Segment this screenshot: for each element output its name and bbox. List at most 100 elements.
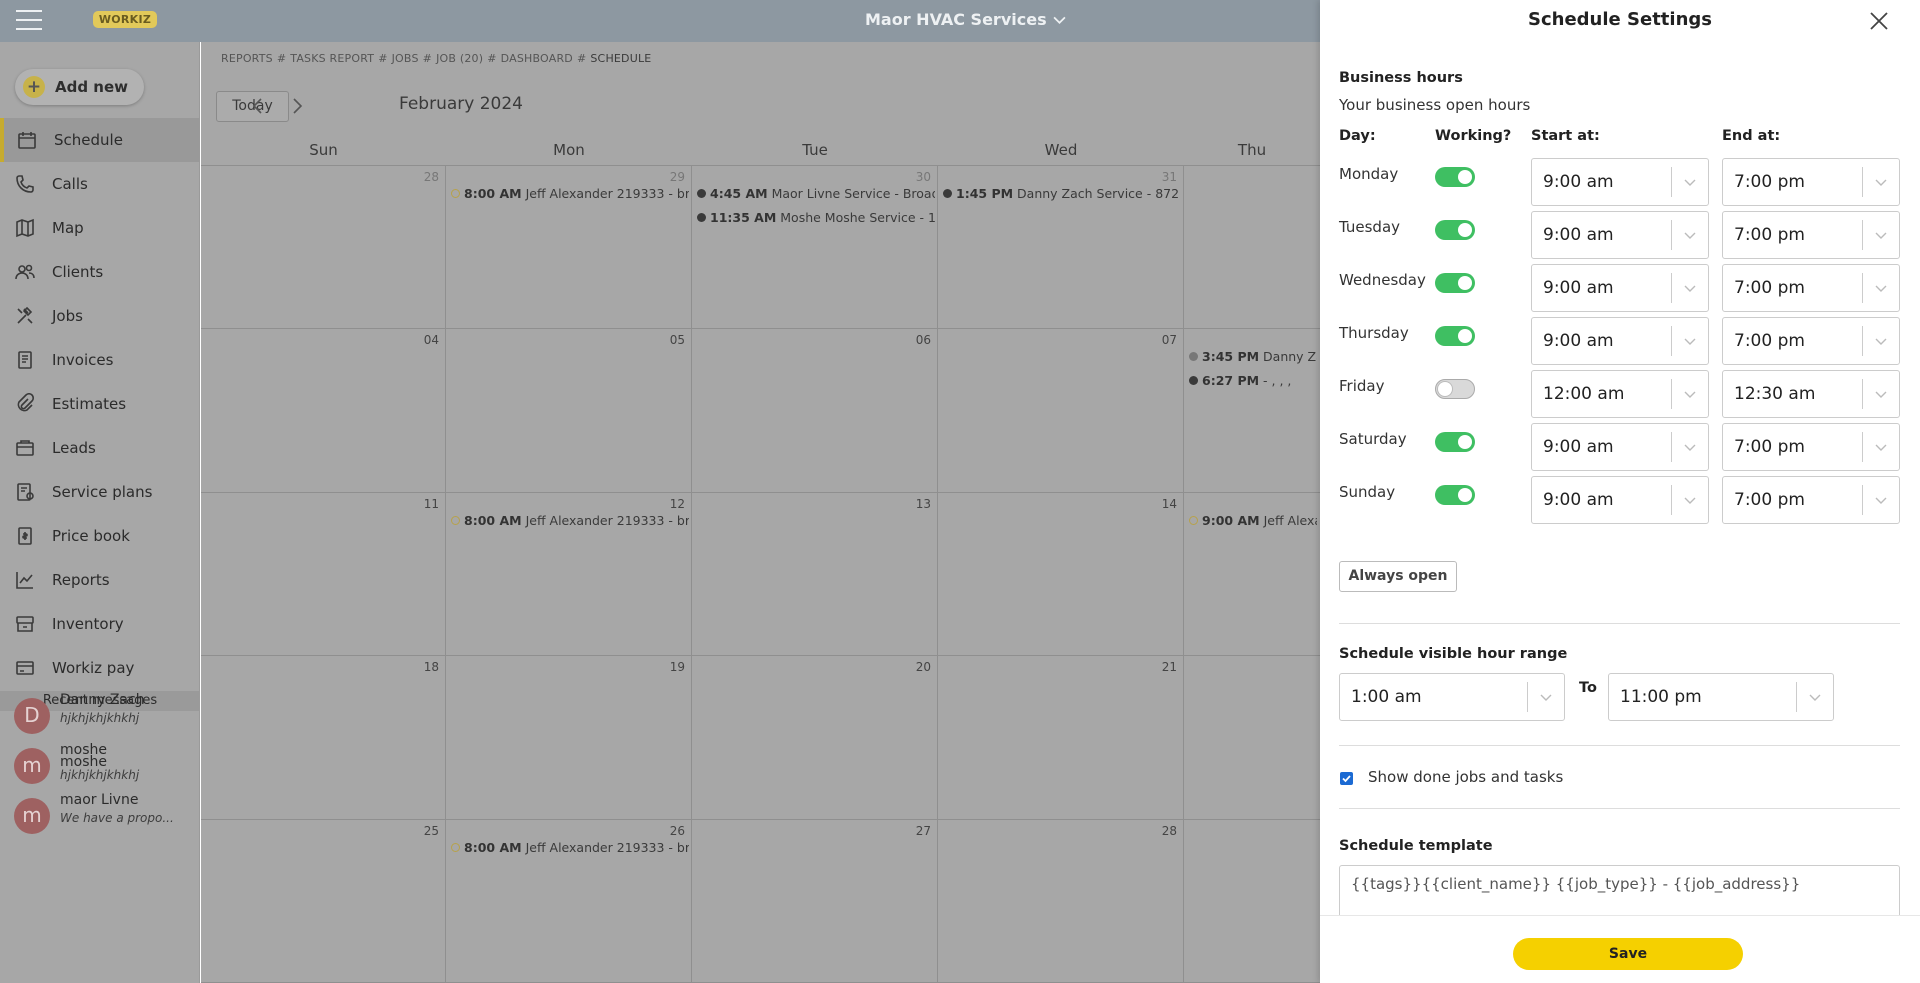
day-number: 14 [1161,496,1177,511]
calendar-event[interactable]: 3:45 PMDanny Zach [1189,349,1317,364]
close-icon[interactable] [1866,8,1892,34]
recent-message-item[interactable]: m maor Livne We have a propo... [0,790,200,846]
sidebar-item-price-book[interactable]: Price book [0,514,200,558]
sidebar-item-estimates[interactable]: Estimates [0,382,200,426]
start-time-select[interactable]: 9:00 am [1531,264,1709,312]
working-toggle[interactable] [1435,379,1475,399]
start-time-select[interactable]: 9:00 am [1531,476,1709,524]
sidebar-item-inventory[interactable]: Inventory [0,602,200,646]
calendar-day-cell[interactable]: 26 8:00 AMJeff Alexander 219333 - broadwa… [446,819,692,983]
breadcrumb-separator: # [276,52,287,65]
start-time-select[interactable]: 9:00 am [1531,317,1709,365]
workiz-logo[interactable]: WORKIZ [93,11,157,28]
calendar-day-cell[interactable]: 05 [446,329,692,493]
breadcrumb-item[interactable]: DASHBOARD [501,52,573,65]
sidebar-item-reports[interactable]: Reports [0,558,200,602]
calendar-day-cell[interactable]: 12 8:00 AMJeff Alexander 219333 - broadwa… [446,492,692,657]
calendar-day-cell[interactable]: 28 [938,819,1184,983]
calendar-day-cell[interactable]: 06 [692,329,938,493]
sidebar-item-schedule[interactable]: Schedule [0,118,200,162]
end-time-select[interactable]: 12:30 am [1722,370,1900,418]
calendar-day-cell[interactable]: 21 [938,656,1184,820]
prev-month-button[interactable] [246,94,270,118]
working-toggle[interactable] [1435,220,1475,240]
range-to-select[interactable]: 11:00 pm [1608,673,1834,721]
phone-icon [16,175,34,193]
start-time-select[interactable]: 12:00 am [1531,370,1709,418]
calendar-day-cell[interactable]: 29 8:00 AMJeff Alexander 219333 - broadwa… [446,166,692,330]
end-time-select[interactable]: 7:00 pm [1722,476,1900,524]
calendar-event[interactable]: 9:00 AMJeff Alexander [1189,513,1317,528]
calendar-day-cell[interactable]: 18 [201,656,446,820]
chevron-down-icon [1875,285,1887,292]
calendar-day-cell[interactable]: 13 [692,492,938,657]
sidebar-item-workiz-pay[interactable]: Workiz pay [0,646,200,690]
schedule-template-input[interactable]: {{tags}}{{client_name}} {{job_type}} - {… [1339,865,1900,917]
calendar-day-cell[interactable]: 31 1:45 PM Danny Zach Service - 872 le [938,166,1184,330]
breadcrumb-item[interactable]: JOB (20) [436,52,483,65]
working-toggle[interactable] [1435,485,1475,505]
sidebar-item-service-plans[interactable]: Service plans [0,470,200,514]
calendar-day-cell[interactable]: 11 [201,492,446,657]
calendar-day-cell[interactable]: 25 [201,819,446,983]
end-time-select[interactable]: 7:00 pm [1722,264,1900,312]
sidebar-item-label: Invoices [52,351,114,369]
calendar-day-cell[interactable]: 27 [692,819,938,983]
calendar-day-cell[interactable]: 01 [1184,166,1320,330]
calendar-event[interactable]: 4:45 AMMaor Livne Service - Broadway [697,186,935,201]
calendar-day-cell[interactable]: 28 [201,166,446,330]
sidebar-item-map[interactable]: Map [0,206,200,250]
sidebar-item-label: Reports [52,571,110,589]
breadcrumb-item[interactable]: JOBS [392,52,419,65]
sidebar-item-jobs[interactable]: Jobs [0,294,200,338]
calendar-day-cell[interactable]: 19 [446,656,692,820]
hamburger-menu-icon[interactable] [16,8,42,32]
range-from-select[interactable]: 1:00 am [1339,673,1565,721]
calendar-day-cell[interactable]: 22 [1184,656,1320,820]
working-toggle[interactable] [1435,432,1475,452]
calendar-event[interactable]: 8:00 AMJeff Alexander 219333 - broadway [451,840,689,855]
end-time-select[interactable]: 7:00 pm [1722,423,1900,471]
calendar-day-cell[interactable]: 159:00 AMJeff Alexander [1184,493,1320,657]
breadcrumb: REPORTS # TASKS REPORT # JOBS # JOB (20) # DASHB… [221,52,651,65]
calendar-day-cell[interactable]: 30 4:45 AMMaor Livne Service - Broadway 11… [692,166,938,330]
recent-message-item[interactable]: D Danny Zach hjkhjkhjkhkhj [0,690,200,746]
recent-message-item[interactable]: m moshe moshe hjkhjkhjkhkhj [0,740,200,796]
calendar-event[interactable]: 8:00 AMJeff Alexander 219333 - broadway [451,513,689,528]
breadcrumb-item[interactable]: TASKS REPORT [290,52,374,65]
end-time-select[interactable]: 7:00 pm [1722,211,1900,259]
calendar-event[interactable]: 8:00 AMJeff Alexander 219333 - broadway [451,186,689,201]
breadcrumb-item[interactable]: REPORTS [221,52,273,65]
calendar-day-cell[interactable]: 14 [938,492,1184,657]
message-sender: moshe moshe [60,742,107,770]
calendar-day-cell[interactable]: 083:45 PMDanny Zach6:27 PM- , , , [1184,329,1320,493]
weekday-header: Mon [446,134,692,166]
sidebar-item-invoices[interactable]: Invoices [0,338,200,382]
calendar-event[interactable]: 1:45 PM Danny Zach Service - 872 le [943,186,1181,201]
working-toggle[interactable] [1435,273,1475,293]
always-open-button[interactable]: Always open [1339,561,1457,592]
sidebar-item-leads[interactable]: Leads [0,426,200,470]
sidebar-item-clients[interactable]: Clients [0,250,200,294]
add-new-button[interactable]: + Add new [15,69,144,105]
sidebar-item-calls[interactable]: Calls [0,162,200,206]
end-time-select[interactable]: 7:00 pm [1722,158,1900,206]
calendar-day-cell[interactable]: 20 [692,656,938,820]
working-toggle[interactable] [1435,167,1475,187]
show-done-checkbox[interactable] [1340,772,1353,785]
company-selector[interactable]: Maor HVAC Services [865,10,1066,29]
breadcrumb-separator: # [422,52,433,65]
calendar-day-cell[interactable]: 04 [201,329,446,493]
start-time-select[interactable]: 9:00 am [1531,158,1709,206]
next-month-button[interactable] [285,94,309,118]
start-time-select[interactable]: 9:00 am [1531,211,1709,259]
calendar-day-cell[interactable]: 07 [938,329,1184,493]
working-toggle[interactable] [1435,326,1475,346]
calendar-event[interactable]: 6:27 PM - , , , [1189,373,1317,388]
start-time-select[interactable]: 9:00 am [1531,423,1709,471]
end-time-value: 7:00 pm [1734,278,1805,298]
save-button[interactable]: Save [1513,938,1743,970]
end-time-select[interactable]: 7:00 pm [1722,317,1900,365]
calendar-day-cell[interactable]: 29 [1184,820,1320,983]
calendar-event[interactable]: 11:35 AMMoshe Moshe Service - 10th [697,210,935,225]
